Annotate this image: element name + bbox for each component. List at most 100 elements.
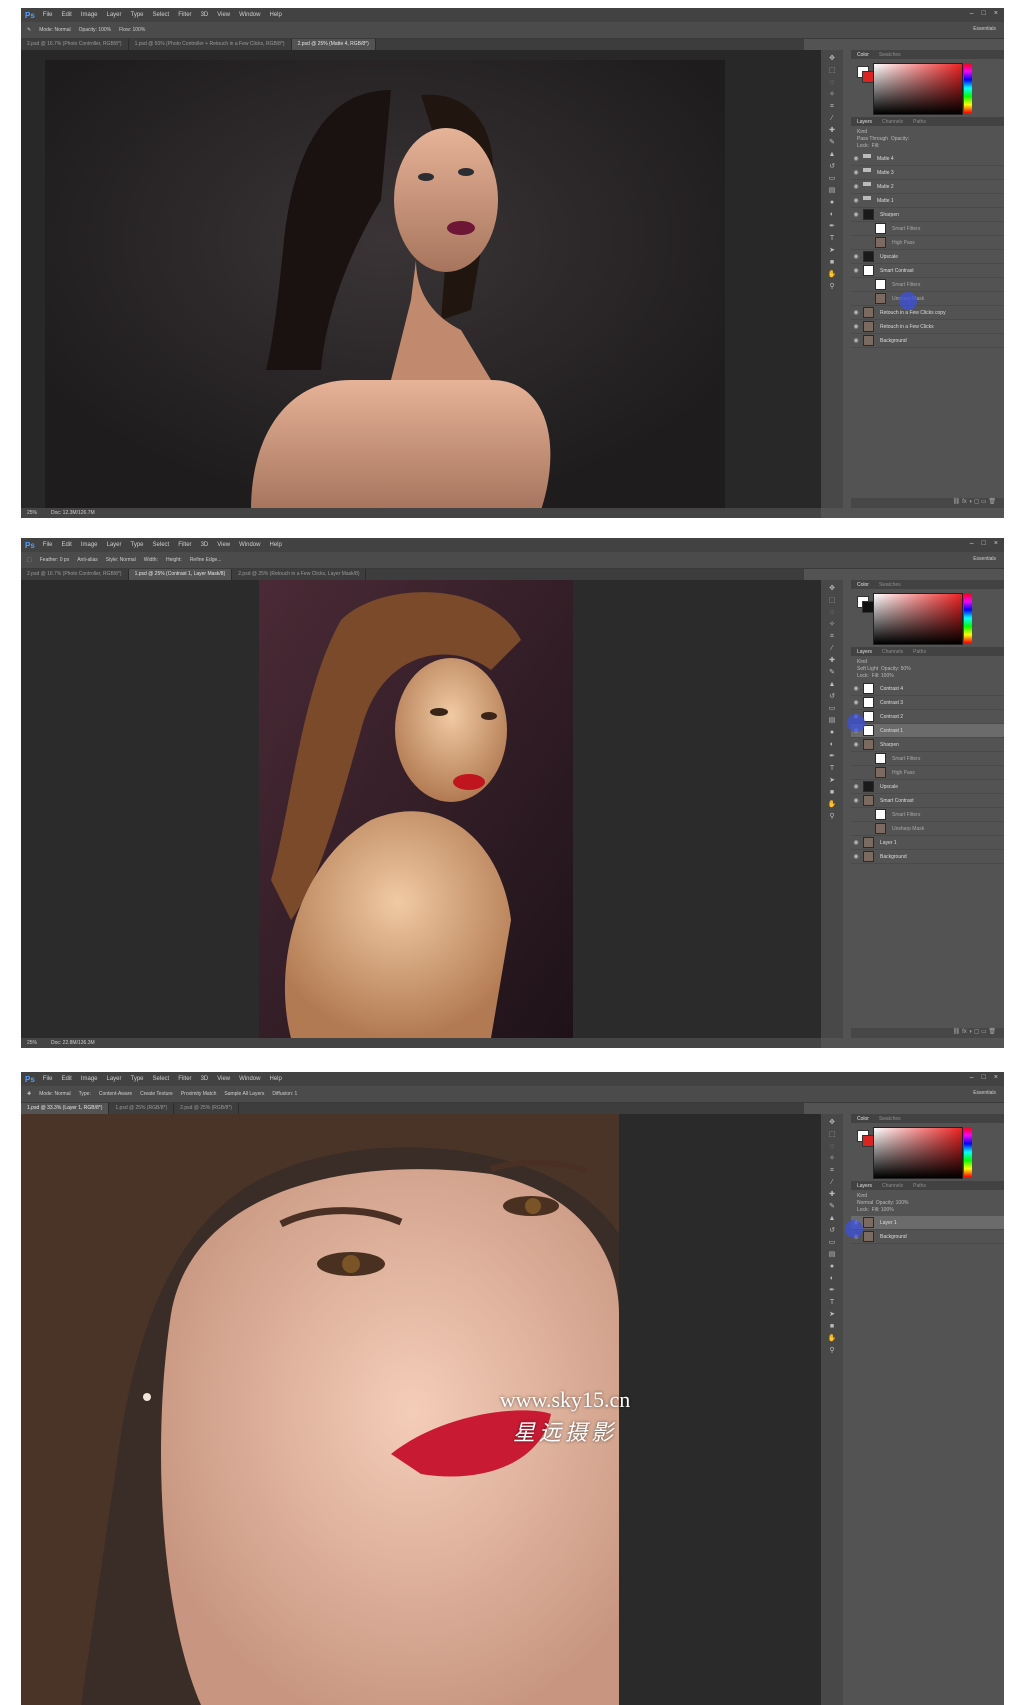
menu-filter[interactable]: Filter bbox=[178, 1076, 191, 1082]
menu-filter[interactable]: Filter bbox=[178, 542, 191, 548]
menu-3d[interactable]: 3D bbox=[201, 1076, 209, 1082]
option-diffusion[interactable]: Diffusion: 1 bbox=[272, 1091, 297, 1097]
visibility-eye-icon[interactable]: ◉ bbox=[851, 337, 861, 344]
color-picker[interactable] bbox=[851, 59, 1004, 117]
lock[interactable]: Lock: bbox=[857, 673, 869, 679]
visibility-eye-icon[interactable]: ◉ bbox=[851, 783, 861, 790]
menu-filter[interactable]: Filter bbox=[178, 12, 191, 18]
stamp-icon[interactable]: ▲ bbox=[827, 150, 837, 159]
zoom-icon[interactable]: ⚲ bbox=[827, 1346, 837, 1355]
minimize-button[interactable]: – bbox=[970, 1074, 974, 1081]
tab-paths[interactable]: Paths bbox=[913, 119, 926, 125]
layer-row[interactable]: ◉ Retouch in a Few Clicks copy bbox=[851, 306, 1004, 320]
hue-slider[interactable] bbox=[964, 63, 972, 113]
visibility-eye-icon[interactable]: ◉ bbox=[851, 741, 861, 748]
doc-tab[interactable]: 2.psd @ 16.7% (Photo Controller, RGB/8*) bbox=[21, 39, 129, 50]
move-icon[interactable]: ✥ bbox=[827, 54, 837, 63]
option-flow[interactable]: Flow: 100% bbox=[119, 27, 145, 33]
path-select-icon[interactable]: ➤ bbox=[827, 1310, 837, 1319]
eyedropper-icon[interactable]: ⁄ bbox=[827, 644, 837, 653]
tab-channels[interactable]: Channels bbox=[882, 649, 903, 655]
menu-file[interactable]: File bbox=[43, 12, 53, 18]
crop-icon[interactable]: ⌗ bbox=[827, 632, 837, 641]
maximize-button[interactable]: □ bbox=[982, 1074, 986, 1081]
menu-help[interactable]: Help bbox=[269, 1076, 281, 1082]
visibility-eye-icon[interactable]: ◉ bbox=[851, 699, 861, 706]
brush-tool-icon[interactable]: ✎ bbox=[27, 27, 31, 33]
marquee-tool-icon[interactable]: ⬚ bbox=[27, 557, 32, 563]
layer-group[interactable]: ◉ Matte 1 bbox=[851, 194, 1004, 208]
zoom-level[interactable]: 25% bbox=[27, 1040, 37, 1046]
layer-row[interactable]: ◉ Upscale bbox=[851, 780, 1004, 794]
option-proximity-match[interactable]: Proximity Match bbox=[181, 1091, 217, 1097]
fill[interactable]: Fill: 100% bbox=[872, 1207, 894, 1213]
path-select-icon[interactable]: ➤ bbox=[827, 776, 837, 785]
quick-select-icon[interactable]: ✧ bbox=[827, 620, 837, 629]
menu-layer[interactable]: Layer bbox=[107, 12, 122, 18]
tab-paths[interactable]: Paths bbox=[913, 1183, 926, 1189]
doc-tab[interactable]: 2.psd @ 25% (Retouch in a Few Clicks, La… bbox=[232, 569, 367, 580]
lock[interactable]: Lock: bbox=[857, 1207, 869, 1213]
zoom-icon[interactable]: ⚲ bbox=[827, 282, 837, 291]
blend-mode[interactable]: Pass Through bbox=[857, 136, 888, 142]
quick-select-icon[interactable]: ✧ bbox=[827, 90, 837, 99]
option-feather[interactable]: Feather: 0 px bbox=[40, 557, 69, 563]
minimize-button[interactable]: – bbox=[970, 10, 974, 17]
layer-row[interactable]: ◉ Smart Contrast bbox=[851, 264, 1004, 278]
visibility-eye-icon[interactable]: ◉ bbox=[851, 797, 861, 804]
healing-icon[interactable]: ✚ bbox=[827, 656, 837, 665]
lasso-icon[interactable]: ◌ bbox=[827, 78, 837, 87]
option-create-texture[interactable]: Create Texture bbox=[140, 1091, 173, 1097]
quick-select-icon[interactable]: ✧ bbox=[827, 1154, 837, 1163]
menu-view[interactable]: View bbox=[217, 12, 230, 18]
layer-group[interactable]: ◉ Matte 4 bbox=[851, 152, 1004, 166]
stamp-icon[interactable]: ▲ bbox=[827, 680, 837, 689]
tab-channels[interactable]: Channels bbox=[882, 1183, 903, 1189]
menu-edit[interactable]: Edit bbox=[61, 12, 71, 18]
option-sample-all-layers[interactable]: Sample All Layers bbox=[224, 1091, 264, 1097]
pen-icon[interactable]: ✒ bbox=[827, 222, 837, 231]
eraser-icon[interactable]: ▭ bbox=[827, 1238, 837, 1247]
shape-icon[interactable]: ■ bbox=[827, 1322, 837, 1331]
doc-tab[interactable]: 2.psd @ 16.7% (Photo Controller, RGB/8*) bbox=[21, 569, 129, 580]
tab-layers[interactable]: Layers bbox=[857, 1183, 872, 1189]
option-style[interactable]: Style: Normal bbox=[106, 557, 136, 563]
opacity[interactable]: Opacity: bbox=[891, 136, 909, 142]
shape-icon[interactable]: ■ bbox=[827, 258, 837, 267]
gradient-icon[interactable]: ▤ bbox=[827, 716, 837, 725]
stamp-icon[interactable]: ▲ bbox=[827, 1214, 837, 1223]
type-icon[interactable]: T bbox=[827, 764, 837, 773]
shape-icon[interactable]: ■ bbox=[827, 788, 837, 797]
color-picker[interactable] bbox=[851, 1123, 1004, 1181]
menu-image[interactable]: Image bbox=[81, 542, 98, 548]
layer-row[interactable]: Unsharp Mask bbox=[851, 822, 1004, 836]
menu-file[interactable]: File bbox=[43, 1076, 53, 1082]
visibility-eye-icon[interactable]: ◉ bbox=[851, 169, 861, 176]
layer-row[interactable]: Smart Filters bbox=[851, 752, 1004, 766]
doc-tab[interactable]: 2.psd @ 25% (RGB/8*) bbox=[174, 1103, 239, 1114]
option-antialias[interactable]: Anti-alias bbox=[77, 557, 98, 563]
visibility-eye-icon[interactable]: ◉ bbox=[851, 197, 861, 204]
layer-filter[interactable]: Kind bbox=[857, 1193, 998, 1200]
color-field[interactable] bbox=[873, 593, 963, 645]
history-brush-icon[interactable]: ↺ bbox=[827, 692, 837, 701]
option-mode[interactable]: Mode: Normal bbox=[39, 1091, 70, 1097]
tab-channels[interactable]: Channels bbox=[882, 119, 903, 125]
menu-type[interactable]: Type bbox=[131, 542, 144, 548]
eraser-icon[interactable]: ▭ bbox=[827, 704, 837, 713]
layer-row[interactable]: ◉ Contrast 3 bbox=[851, 696, 1004, 710]
visibility-eye-icon[interactable]: ◉ bbox=[851, 323, 861, 330]
layer-row[interactable]: Unsharp Mask bbox=[851, 292, 1004, 306]
document-canvas[interactable] bbox=[21, 1114, 821, 1705]
menu-3d[interactable]: 3D bbox=[201, 542, 209, 548]
hand-icon[interactable]: ✋ bbox=[827, 1334, 837, 1343]
layer-row[interactable]: ◉ Smart Contrast bbox=[851, 794, 1004, 808]
option-content-aware[interactable]: Content-Aware bbox=[99, 1091, 132, 1097]
layer-row[interactable]: ◉Contrast 1 bbox=[851, 724, 1004, 738]
menu-select[interactable]: Select bbox=[153, 1076, 170, 1082]
menu-image[interactable]: Image bbox=[81, 12, 98, 18]
blur-icon[interactable]: ● bbox=[827, 1262, 837, 1271]
eyedropper-icon[interactable]: ⁄ bbox=[827, 1178, 837, 1187]
document-canvas[interactable] bbox=[21, 580, 821, 1038]
blur-icon[interactable]: ● bbox=[827, 728, 837, 737]
